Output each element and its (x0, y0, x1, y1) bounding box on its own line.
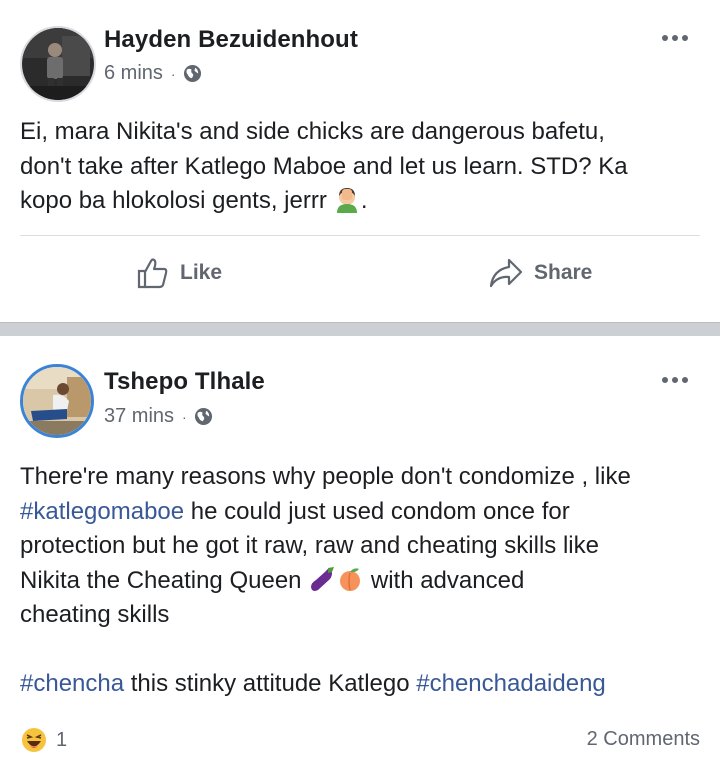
peach-emoji (340, 567, 361, 591)
author-name[interactable]: Tshepo Tlhale (104, 368, 265, 396)
like-label: Like (180, 261, 223, 284)
post-text: There're many reasons why people don't c… (20, 463, 631, 697)
facepalm-emoji (336, 188, 357, 213)
meta-separator: · (182, 408, 187, 425)
laughing-reaction-icon (22, 728, 46, 752)
thumbs-up-icon (137, 258, 168, 289)
hashtag-link[interactable]: #chencha (20, 670, 124, 697)
like-button[interactable]: Like (136, 256, 222, 290)
eggplant-emoji (311, 566, 335, 591)
post-card: Hayden Bezuidenhout 6 mins · Ei, mara Ni… (0, 0, 720, 322)
more-options-icon[interactable] (662, 377, 688, 385)
feed-separator (0, 322, 720, 337)
meta-separator: · (170, 65, 176, 82)
globe-icon (183, 64, 201, 83)
hashtag-link[interactable]: #chenchadaideng (416, 670, 606, 697)
author-avatar[interactable] (20, 26, 96, 102)
share-arrow-icon (489, 258, 523, 288)
divider-line (20, 235, 700, 236)
reaction-summary[interactable]: 1 (20, 726, 67, 754)
post-time[interactable]: 6 mins (104, 62, 163, 85)
reaction-count: 1 (56, 728, 68, 751)
more-options-icon[interactable] (662, 35, 688, 43)
author-avatar[interactable] (20, 364, 94, 438)
post-meta: 6 mins · (104, 62, 202, 85)
hashtag-link[interactable]: #katlegomaboe (20, 498, 184, 525)
post-meta: 37 mins · (104, 405, 213, 428)
post-time[interactable]: 37 mins (104, 405, 174, 428)
share-label: Share (534, 261, 593, 284)
author-name[interactable]: Hayden Bezuidenhout (104, 26, 358, 54)
globe-icon (194, 407, 212, 426)
share-button[interactable]: Share (488, 256, 592, 290)
post-text: Ei, mara Nikita's and side chicks are da… (20, 118, 628, 214)
comments-count-link[interactable]: 2 Comments (587, 728, 700, 751)
